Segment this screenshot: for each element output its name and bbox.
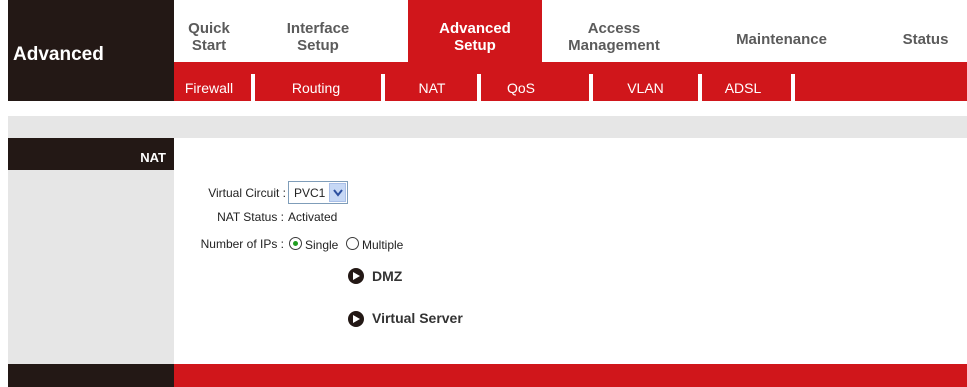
subnav-nat[interactable]: NAT: [386, 74, 478, 101]
section-title: NAT: [8, 138, 174, 170]
subnav-separator: [791, 74, 795, 101]
nav-access-management-line2: Management: [568, 37, 660, 54]
subnav-separator: [589, 74, 593, 101]
radio-multiple-label: Multiple: [362, 238, 404, 252]
subnav-separator: [251, 74, 255, 101]
radio-single-label: Single: [305, 238, 339, 252]
subnav-vlan[interactable]: VLAN: [594, 74, 697, 101]
brand-panel: Advanced: [8, 0, 174, 101]
spacer-band: [8, 116, 967, 138]
nav-interface-setup[interactable]: Interface Setup: [269, 0, 367, 62]
nav-advanced-setup[interactable]: Advanced Setup: [408, 0, 542, 62]
arrow-right-bullet-icon: [348, 311, 364, 327]
nav-interface-setup-line2: Setup: [297, 37, 339, 54]
nav-quick-start-line1: Quick: [188, 20, 230, 37]
nav-status-label: Status: [902, 31, 949, 48]
nat-status-label: NAT Status :: [217, 210, 284, 224]
subnav-separator: [381, 74, 385, 101]
footer-bar: [174, 364, 967, 387]
main-nav: Quick Start Interface Setup Advanced Set…: [174, 0, 967, 62]
virtual-circuit-select[interactable]: PVC1: [288, 181, 348, 204]
nav-quick-start-line2: Start: [191, 37, 227, 54]
brand-title: Advanced: [13, 44, 104, 65]
nat-status-value: Activated: [288, 210, 338, 224]
nav-access-management[interactable]: Access Management: [554, 0, 674, 62]
chevron-down-icon[interactable]: [329, 183, 346, 202]
nav-advanced-setup-line2: Setup: [454, 37, 496, 54]
radio-single[interactable]: [289, 237, 302, 250]
nav-quick-start[interactable]: Quick Start: [174, 0, 244, 62]
subnav-separator: [477, 74, 481, 101]
nav-maintenance[interactable]: Maintenance: [719, 0, 844, 62]
footer-left: [8, 364, 174, 387]
subnav-adsl[interactable]: ADSL: [703, 74, 783, 101]
subnav-routing[interactable]: Routing: [256, 74, 376, 101]
dmz-link[interactable]: DMZ: [372, 268, 402, 284]
nav-advanced-setup-line1: Advanced: [439, 20, 511, 37]
radio-selected-dot: [293, 241, 298, 246]
virtual-circuit-label: Virtual Circuit :: [208, 186, 286, 200]
virtual-server-link[interactable]: Virtual Server: [372, 310, 463, 326]
subnav-qos[interactable]: QoS: [482, 74, 560, 101]
left-column: [8, 138, 174, 364]
nav-status[interactable]: Status: [884, 0, 967, 62]
subnav-separator: [698, 74, 702, 101]
nav-interface-setup-line1: Interface: [286, 20, 350, 37]
nav-access-management-line1: Access: [587, 20, 641, 37]
sub-nav: Firewall Routing NAT QoS VLAN ADSL: [174, 62, 967, 101]
arrow-right-bullet-icon: [348, 268, 364, 284]
number-of-ips-label: Number of IPs :: [200, 237, 284, 251]
virtual-circuit-value: PVC1: [294, 186, 326, 200]
radio-multiple[interactable]: [346, 237, 359, 250]
subnav-firewall[interactable]: Firewall: [174, 74, 244, 101]
nav-maintenance-label: Maintenance: [736, 31, 827, 48]
